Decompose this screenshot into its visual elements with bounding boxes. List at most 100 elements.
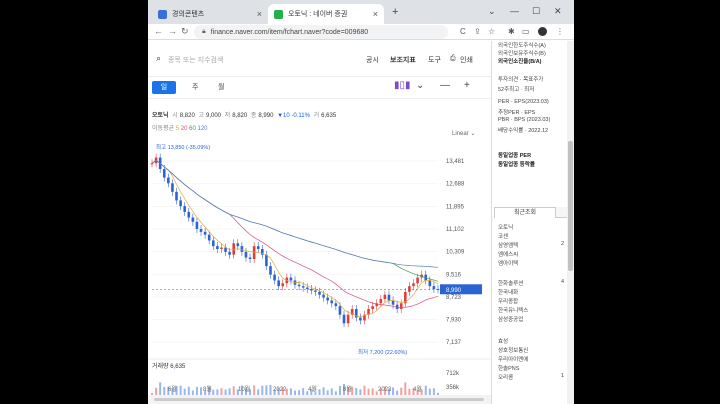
candle-body (416, 277, 419, 284)
x-tick-label: 2023 (378, 387, 392, 393)
candle-body (346, 314, 350, 324)
x-tick-label: 6월 (168, 385, 177, 393)
candle-body (171, 183, 174, 192)
industry-row[interactable]: 동일업종 PER (498, 151, 531, 159)
recent-item[interactable]: 오리콤 (498, 373, 513, 381)
ma-20[interactable]: 20 (181, 126, 188, 132)
candle-body (273, 274, 276, 281)
browser-window: 경의콘텐츠 × 오토닉 : 네이버 증권 × + ⌄ — ☐ ✕ ← → ↻ 🔒… (148, 0, 574, 404)
foreign-info-row: 외국인보유주식수(B) (498, 51, 546, 57)
tab-inactive[interactable]: 경의콘텐츠 × (152, 4, 268, 24)
search-input[interactable]: 종목 또는 지수검색 (168, 55, 223, 65)
ma-60[interactable]: 60 (189, 126, 196, 132)
recent-item[interactable]: 엠아이텍 (498, 259, 518, 267)
period-day-tab[interactable]: 일 (152, 81, 176, 94)
candle-body (322, 294, 325, 298)
google-icon[interactable]: C (460, 27, 466, 36)
ma-120[interactable]: 120 (198, 126, 208, 132)
recent-item[interactable]: 삼영엠텍 (498, 241, 518, 249)
candle-body (269, 266, 272, 275)
share-icon[interactable]: ⇪ (474, 27, 481, 36)
back-icon[interactable]: ← (154, 26, 163, 36)
period-month-tab[interactable]: 월 (218, 82, 224, 92)
ma-line-60 (151, 159, 439, 282)
menu-icon[interactable]: ⋮ (556, 27, 564, 36)
candle-body (408, 286, 411, 292)
volume-tick-label: 356k (446, 385, 460, 391)
new-tab-button[interactable]: + (392, 6, 398, 18)
close-tab-icon[interactable]: × (257, 9, 262, 19)
minimize-icon[interactable]: — (510, 6, 519, 16)
candle-body (236, 243, 240, 247)
reload-icon[interactable]: ↻ (181, 26, 189, 37)
tab-active[interactable]: 오토닉 : 네이버 증권 × (268, 4, 384, 24)
industry-row[interactable]: 동일업종 등락률 (498, 160, 535, 168)
favicon-icon (274, 9, 283, 19)
avatar[interactable] (538, 27, 547, 36)
volume-bar (195, 386, 198, 395)
recent-item[interactable]: 삼성중공업 (498, 315, 523, 323)
ma-5[interactable]: 5 (176, 126, 179, 132)
per-row: PER · EPS(2023.03) (498, 99, 549, 105)
moving-average-legend: 이동평균 5 20 60 120 (152, 123, 208, 132)
volume-bar (338, 386, 341, 395)
address-bar[interactable]: 🔒︎ finance.naver.com/item/fchart.naver?c… (194, 25, 448, 39)
candle-body (391, 300, 395, 305)
zoom-out-icon[interactable]: — (440, 80, 450, 91)
horizontal-scrollbar[interactable] (148, 395, 491, 404)
link-print[interactable]: 인쇄 (460, 55, 473, 65)
candle-body (314, 290, 317, 292)
volume-bar (261, 385, 264, 395)
close-tab-icon[interactable]: × (373, 9, 378, 19)
volume-value: 6,635 (321, 113, 337, 119)
recent-item[interactable]: 한국유니텍스 (498, 306, 528, 314)
recent-item[interactable]: 코센 (498, 232, 508, 240)
period-week-tab[interactable]: 주 (192, 82, 198, 92)
candle-type-icon[interactable]: ▮▯▮ (394, 80, 411, 91)
recent-item[interactable]: 한화솔루션 (498, 279, 523, 287)
zoom-in-icon[interactable]: + (464, 80, 470, 91)
print-icon[interactable]: ⎙ (450, 55, 456, 63)
extensions-icon[interactable]: ✱ (508, 27, 515, 36)
favicon-icon (158, 9, 167, 19)
recent-item[interactable]: 엠에스씨 (498, 250, 518, 258)
volume-bar (187, 386, 190, 395)
volume-bar (302, 388, 305, 395)
candle-body (199, 229, 203, 232)
vertical-scrollbar[interactable] (567, 41, 574, 404)
recent-item[interactable]: 한국내화 (498, 288, 518, 296)
change-value: ▼10 -0.11% (277, 113, 310, 119)
link-indicators[interactable]: 보조지표 (390, 55, 416, 65)
price-chart[interactable]: 13,481 12,688 11,895 11,102 10,309 9,516 8,723… (148, 141, 491, 395)
search-row: ⌕ 종목 또는 지수검색 공시 보조지표 도구 ⎙ 인쇄 (148, 41, 491, 77)
recent-item[interactable]: 우리종합 (498, 297, 518, 305)
volume-bar (432, 388, 435, 395)
search-icon[interactable]: ⌕ (156, 53, 161, 64)
link-tools[interactable]: 도구 (428, 55, 441, 65)
recent-tab[interactable]: 최근조회 (494, 207, 556, 218)
high-value: 9,000 (205, 113, 221, 119)
recent-item[interactable]: 한솔PNS (498, 364, 519, 372)
recent-item[interactable]: 오토닉 (498, 223, 513, 231)
volume-bar (355, 388, 358, 395)
recent-item[interactable]: 성호정보통신 (498, 346, 528, 354)
volume-bar (228, 388, 231, 395)
maximize-icon[interactable]: ☐ (532, 6, 540, 17)
volume-bar (163, 387, 166, 395)
scale-select[interactable]: Linear ⌄ (452, 130, 475, 137)
nav-bar: ← → ↻ 🔒︎ finance.naver.com/item/fchart.n… (148, 24, 574, 40)
recent-item[interactable]: 우리아이엔에 (498, 355, 528, 363)
search-tabs-icon[interactable]: ⌄ (488, 6, 496, 17)
close-window-icon[interactable]: ✕ (554, 6, 562, 17)
candle-body (256, 246, 260, 249)
volume-bar (400, 387, 403, 395)
stock-name: 오토닉 (152, 113, 169, 119)
star-icon[interactable]: ☆ (488, 27, 495, 36)
chevron-down-icon[interactable]: ⌄ (416, 80, 424, 91)
recent-item[interactable]: 효성 (498, 337, 508, 345)
volume-bar (371, 388, 374, 395)
sidepanel-icon[interactable]: ▭ (522, 27, 530, 36)
link-disclosure[interactable]: 공시 (366, 55, 379, 65)
forward-icon[interactable]: → (168, 26, 177, 36)
candle-body (244, 251, 248, 258)
